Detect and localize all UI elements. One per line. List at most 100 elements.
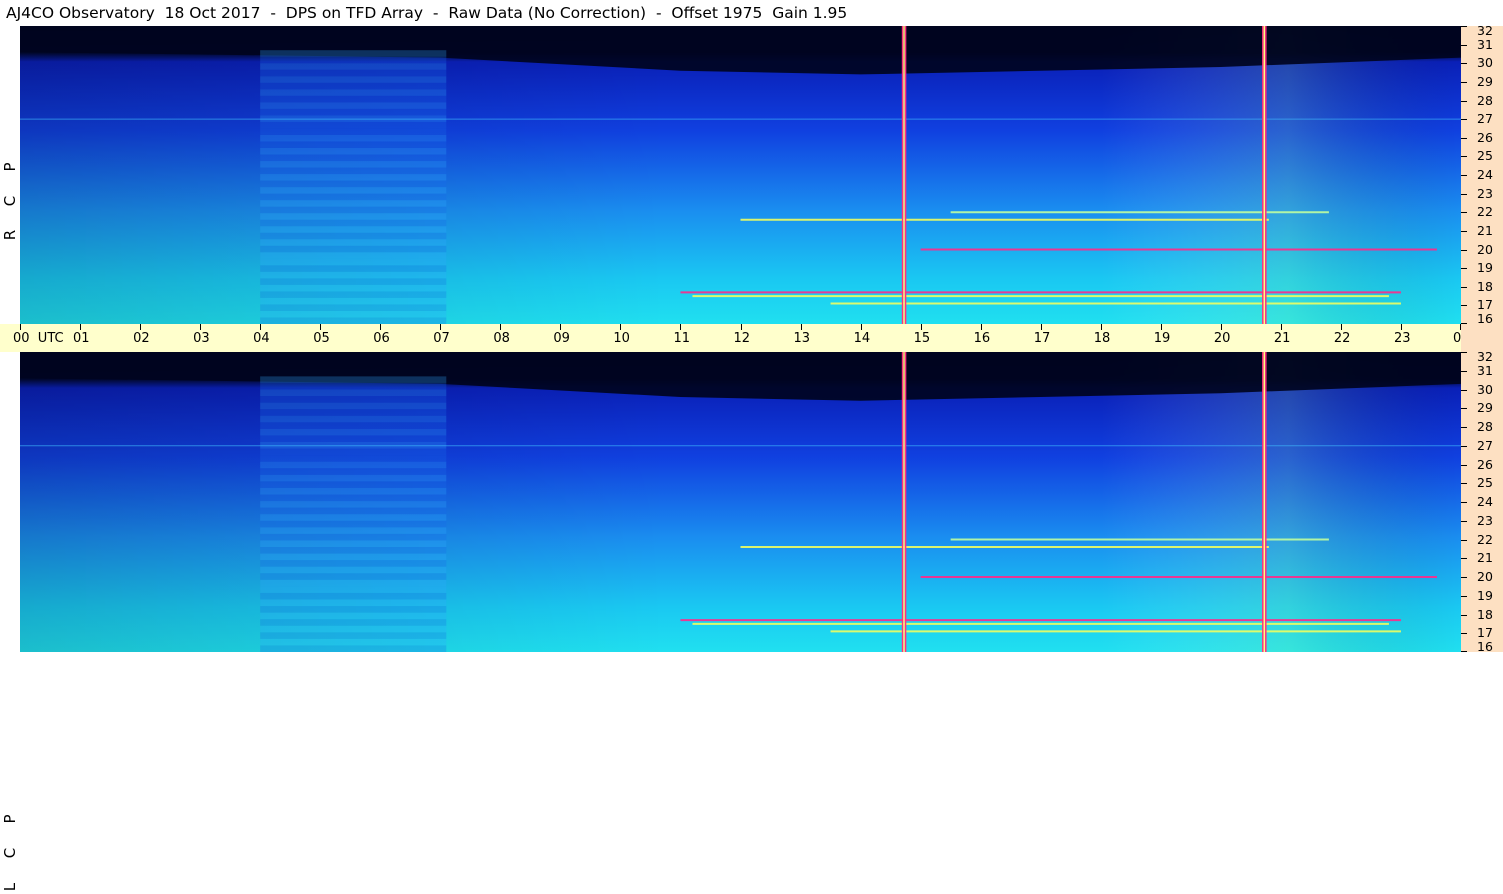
freq-tick — [1461, 100, 1467, 102]
rcp-letter-p: P — [1, 162, 19, 172]
time-tick — [1400, 324, 1402, 330]
time-axis: 00 UTC 01 02 03 04 05 06 07 08 09 10 11 12 13 14 15 16 17… — [0, 324, 1502, 352]
rcp-time-marker-1 — [1262, 26, 1267, 324]
freq-tick-label: 25 — [1477, 475, 1493, 491]
freq-tick — [1461, 249, 1467, 251]
time-tick-label: 17 — [1033, 331, 1051, 346]
freq-tick-label: 17 — [1477, 297, 1493, 313]
freq-tick-label: 21 — [1477, 222, 1493, 238]
bottom-margin — [0, 652, 1461, 672]
freq-tick — [1461, 81, 1467, 83]
freq-tick — [1461, 230, 1467, 232]
time-tick — [1040, 324, 1042, 330]
time-tick-label: 20 — [1213, 331, 1231, 346]
freq-tick-label: 30 — [1477, 381, 1493, 397]
time-tick-label: 10 — [613, 331, 630, 346]
lcp-time-marker-0 — [901, 352, 907, 652]
time-tick — [20, 324, 21, 330]
time-tick — [920, 324, 922, 330]
freq-tick-label: 27 — [1477, 437, 1493, 453]
freq-tick — [1461, 352, 1467, 353]
freq-tick-label: 20 — [1477, 569, 1493, 584]
freq-tick-label: 21 — [1477, 550, 1493, 566]
freq-tick — [1461, 427, 1467, 428]
rcp-frequency-axis: 16 17 18 19 20 21 22 23 24 25 26 27 28 29 30 31 32 — [1461, 23, 1503, 325]
time-tick — [380, 324, 382, 330]
time-tick — [1100, 324, 1102, 330]
freq-tick — [1461, 175, 1467, 176]
time-tick-label: 12 — [733, 331, 751, 346]
freq-tick-label: 30 — [1477, 55, 1493, 71]
freq-tick-label: 25 — [1477, 148, 1493, 164]
freq-tick — [1461, 212, 1467, 214]
time-tick — [980, 324, 982, 330]
freq-tick-label: 28 — [1477, 92, 1493, 108]
time-tick — [80, 324, 82, 330]
freq-tick-label: 18 — [1477, 278, 1493, 294]
freq-tick-label: 23 — [1477, 512, 1493, 528]
time-tick — [1220, 324, 1222, 330]
time-tick-label: 23 — [1393, 331, 1411, 346]
freq-tick — [1461, 577, 1467, 578]
time-tick — [560, 324, 562, 330]
freq-tick — [1461, 651, 1467, 652]
time-tick — [140, 324, 142, 330]
time-tick-label: 03 — [193, 331, 210, 346]
freq-tick — [1461, 119, 1467, 121]
time-tick-label: 01 — [73, 331, 90, 346]
rcp-enhanced-band — [260, 50, 447, 324]
freq-tick — [1461, 502, 1467, 503]
freq-tick — [1461, 483, 1467, 485]
freq-tick-label: 18 — [1477, 606, 1493, 622]
time-tick — [320, 324, 322, 330]
time-tick — [1340, 324, 1342, 330]
freq-tick — [1461, 408, 1467, 410]
lcp-letter-p: P — [1, 814, 19, 824]
lcp-time-marker-1 — [1262, 352, 1267, 652]
rcp-side-label: P C R — [0, 26, 20, 324]
freq-tick-label: 16 — [1477, 639, 1493, 654]
rcp-spectrogram — [20, 26, 1461, 324]
time-tick-label: 00 UTC — [13, 331, 64, 346]
time-tick — [1160, 324, 1162, 330]
time-tick — [680, 324, 682, 330]
time-tick — [260, 324, 262, 330]
freq-tick-label: 22 — [1477, 204, 1493, 220]
time-tick — [440, 324, 442, 330]
time-tick-label: 07 — [433, 331, 450, 346]
lcp-spectrogram — [20, 352, 1461, 652]
time-tick — [740, 324, 742, 330]
freq-tick-label: 27 — [1477, 111, 1493, 127]
freq-tick — [1461, 137, 1467, 139]
time-tick-label: 11 — [673, 331, 690, 346]
freq-tick — [1461, 520, 1467, 522]
freq-tick — [1461, 44, 1467, 46]
freq-tick — [1461, 445, 1467, 447]
rcp-letter-r: R — [1, 229, 19, 241]
time-tick-label: 16 — [973, 331, 991, 346]
freq-tick-label: 19 — [1477, 260, 1493, 276]
rcp-time-marker-0 — [901, 26, 907, 324]
freq-tick-label: 23 — [1477, 185, 1493, 201]
freq-tick-label: 32 — [1477, 23, 1493, 38]
freq-tick — [1461, 539, 1467, 541]
rcp-letter-c: C — [1, 195, 19, 207]
freq-tick — [1461, 558, 1467, 560]
freq-tick — [1461, 305, 1467, 307]
freq-tick-label: 17 — [1477, 625, 1493, 641]
time-tick-label: 13 — [793, 331, 811, 346]
time-tick-label: 04 — [253, 331, 270, 346]
time-tick-label: 21 — [1273, 331, 1291, 346]
time-tick-label: 05 — [313, 331, 330, 346]
freq-tick — [1461, 26, 1467, 27]
freq-tick — [1461, 464, 1467, 466]
freq-tick-label: 20 — [1477, 241, 1493, 257]
time-tick-label: 14 — [853, 331, 871, 346]
time-tick-label: 18 — [1093, 331, 1111, 346]
time-tick-label: 19 — [1153, 331, 1171, 346]
freq-tick-label: 29 — [1477, 73, 1493, 89]
time-tick — [800, 324, 802, 330]
chart-title: AJ4CO Observatory 18 Oct 2017 - DPS on T… — [6, 4, 848, 22]
freq-tick — [1461, 156, 1467, 158]
time-tick-label: 22 — [1333, 331, 1351, 346]
